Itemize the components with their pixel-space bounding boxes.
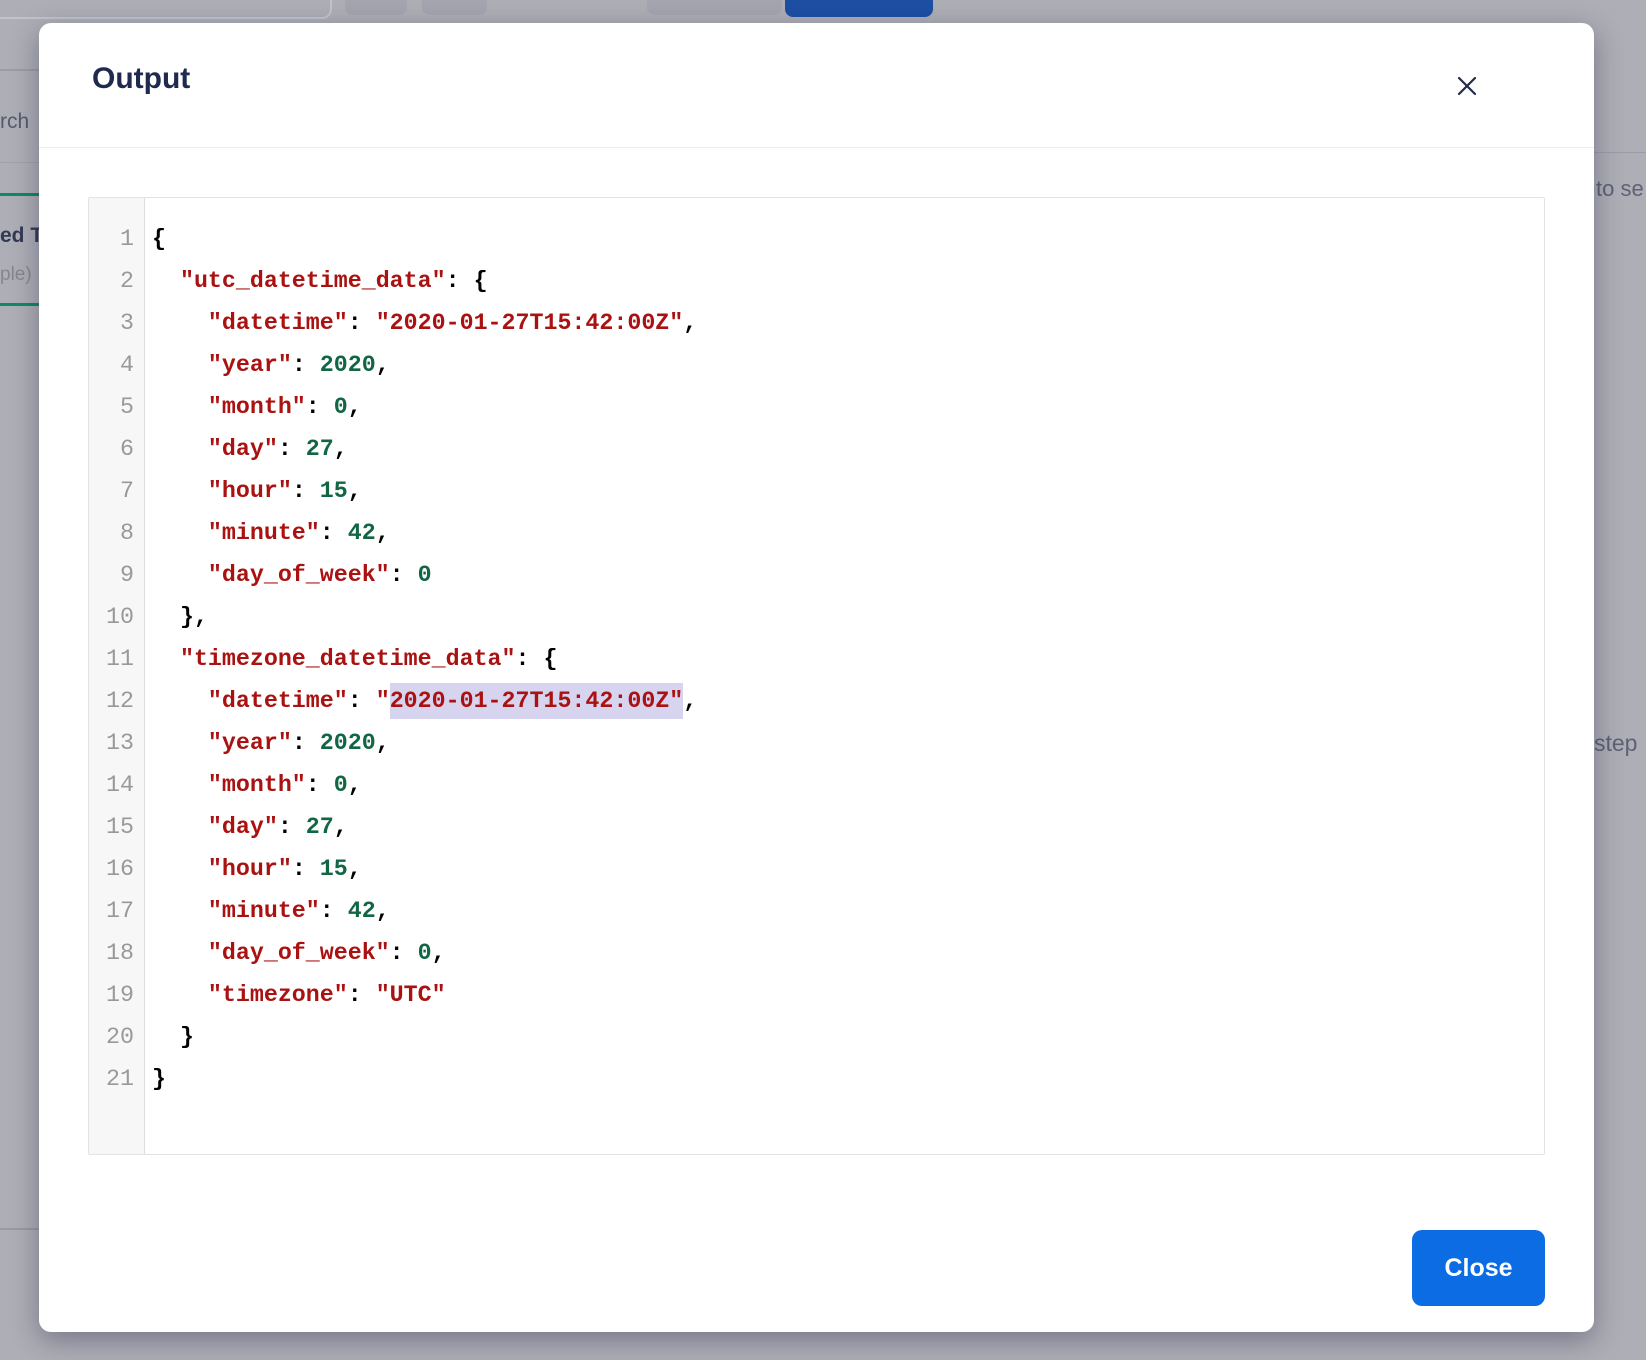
code-line: 17 "minute": 42,: [89, 890, 1544, 932]
code-line: 19 "timezone": "UTC": [89, 974, 1544, 1016]
background-divider: [0, 69, 39, 71]
code-text: "hour": 15,: [144, 848, 362, 890]
modal-title: Output: [92, 57, 190, 101]
code-line: 9 "day_of_week": 0: [89, 554, 1544, 596]
line-number: 6: [89, 428, 144, 470]
line-number: 1: [89, 218, 144, 260]
x-icon: [1456, 75, 1478, 97]
code-text: },: [144, 596, 208, 638]
code-lines: 1{2 "utc_datetime_data": {3 "datetime": …: [89, 198, 1544, 1154]
code-text: "day_of_week": 0: [144, 554, 432, 596]
header-divider: [39, 147, 1594, 148]
code-text: "datetime": "2020-01-27T15:42:00Z",: [144, 680, 697, 722]
line-number: 8: [89, 512, 144, 554]
code-line: 16 "hour": 15,: [89, 848, 1544, 890]
code-text: {: [144, 218, 166, 260]
output-modal: Output 1{2 "utc_datetime_data": {3 "date…: [39, 23, 1594, 1332]
code-line: 14 "month": 0,: [89, 764, 1544, 806]
code-text: }: [144, 1058, 166, 1100]
code-text: "minute": 42,: [144, 512, 390, 554]
line-number: 13: [89, 722, 144, 764]
background-divider: [0, 1228, 39, 1230]
code-line: 5 "month": 0,: [89, 386, 1544, 428]
background-tab-title-fragment: ed T: [0, 224, 43, 248]
background-search-label-fragment: rch: [0, 110, 29, 134]
code-text: "month": 0,: [144, 764, 362, 806]
line-number: 7: [89, 470, 144, 512]
code-line: 2 "utc_datetime_data": {: [89, 260, 1544, 302]
line-number: 3: [89, 302, 144, 344]
background-hint-fragment: to se: [1596, 176, 1644, 202]
code-text: "datetime": "2020-01-27T15:42:00Z",: [144, 302, 697, 344]
background-divider: [1594, 152, 1646, 153]
line-number: 20: [89, 1016, 144, 1058]
line-number: 15: [89, 806, 144, 848]
code-line: 13 "year": 2020,: [89, 722, 1544, 764]
background-hint-fragment: step: [1594, 730, 1637, 757]
code-line: 15 "day": 27,: [89, 806, 1544, 848]
code-line: 12 "datetime": "2020-01-27T15:42:00Z",: [89, 680, 1544, 722]
code-text: "utc_datetime_data": {: [144, 260, 488, 302]
line-number: 9: [89, 554, 144, 596]
code-line: 6 "day": 27,: [89, 428, 1544, 470]
code-text: "minute": 42,: [144, 890, 390, 932]
code-text: "timezone": "UTC": [144, 974, 446, 1016]
code-text: "hour": 15,: [144, 470, 362, 512]
line-number: 4: [89, 344, 144, 386]
background-toolbar-button: [345, 0, 407, 15]
code-line: 7 "hour": 15,: [89, 470, 1544, 512]
code-line: 11 "timezone_datetime_data": {: [89, 638, 1544, 680]
code-text: "day": 27,: [144, 806, 348, 848]
close-button[interactable]: Close: [1412, 1230, 1545, 1306]
code-line: 21}: [89, 1058, 1544, 1100]
screen: rch ed T ple) to se step Output 1{2 "utc…: [0, 0, 1646, 1360]
line-number: 5: [89, 386, 144, 428]
line-number: 17: [89, 890, 144, 932]
code-line: 18 "day_of_week": 0,: [89, 932, 1544, 974]
code-line: 8 "minute": 42,: [89, 512, 1544, 554]
code-line: 1{: [89, 218, 1544, 260]
code-line: 4 "year": 2020,: [89, 344, 1544, 386]
code-viewer[interactable]: 1{2 "utc_datetime_data": {3 "datetime": …: [88, 197, 1545, 1155]
line-number: 21: [89, 1058, 144, 1100]
line-number: 11: [89, 638, 144, 680]
line-number: 19: [89, 974, 144, 1016]
background-green-rule: [0, 193, 39, 196]
line-number: 2: [89, 260, 144, 302]
background-search-input: [0, 0, 332, 19]
code-text: "year": 2020,: [144, 344, 390, 386]
code-line: 20 }: [89, 1016, 1544, 1058]
code-line: 10 },: [89, 596, 1544, 638]
background-tab-subtitle-fragment: ple): [0, 264, 32, 286]
background-toolbar-button: [422, 0, 487, 15]
code-text: "day": 27,: [144, 428, 348, 470]
code-text: }: [144, 1016, 194, 1058]
line-number: 14: [89, 764, 144, 806]
line-number: 12: [89, 680, 144, 722]
line-number: 10: [89, 596, 144, 638]
line-number: 16: [89, 848, 144, 890]
line-number: 18: [89, 932, 144, 974]
code-line: 3 "datetime": "2020-01-27T15:42:00Z",: [89, 302, 1544, 344]
code-text: "month": 0,: [144, 386, 362, 428]
code-text: "year": 2020,: [144, 722, 390, 764]
background-divider: [0, 162, 39, 163]
close-icon[interactable]: [1447, 66, 1487, 106]
selected-text: 2020-01-27T15:42:00Z": [390, 683, 684, 719]
code-text: "day_of_week": 0,: [144, 932, 446, 974]
background-green-rule: [0, 303, 39, 306]
background-toolbar-button: [647, 0, 782, 15]
background-primary-button: [785, 0, 933, 17]
code-text: "timezone_datetime_data": {: [144, 638, 557, 680]
